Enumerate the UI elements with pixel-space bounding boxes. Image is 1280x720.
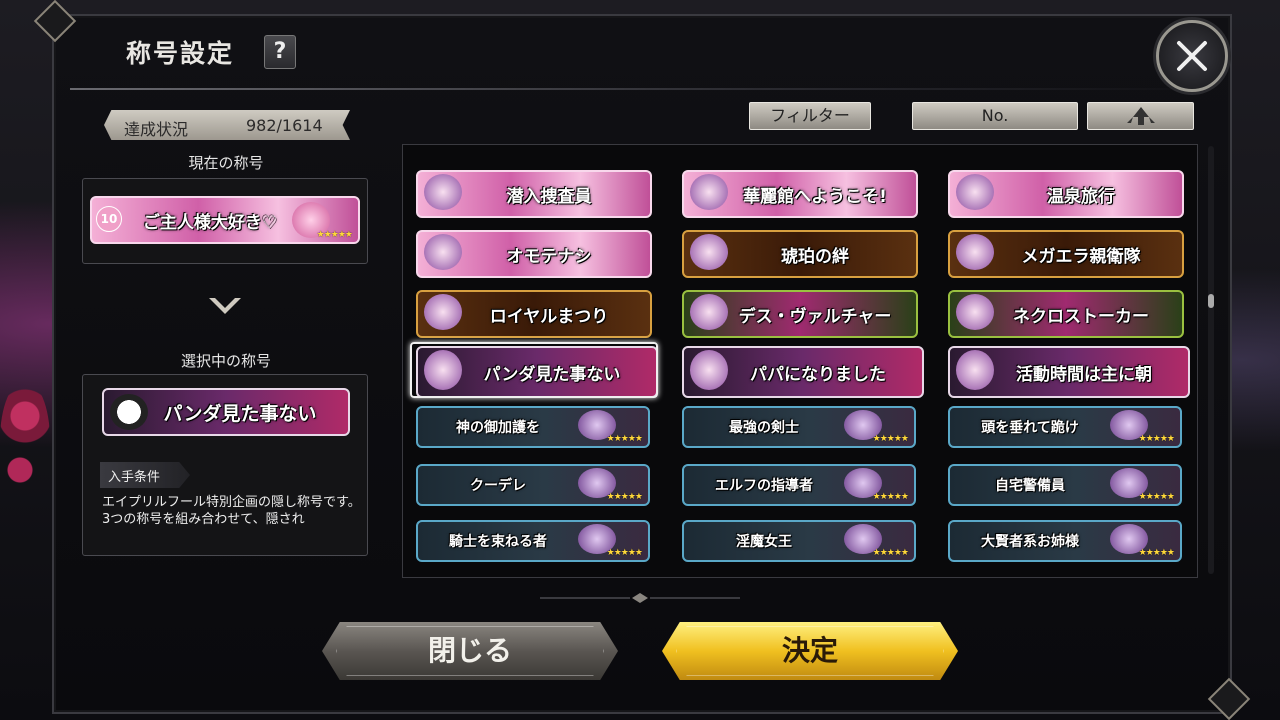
title-text: デス・ヴァルチャー (738, 306, 892, 327)
selected-highlight (410, 342, 658, 398)
title-banner[interactable]: エルフの指導者 ★★★★★ (682, 464, 916, 506)
rarity-stars: ★★★★★ (872, 492, 909, 502)
sort-button[interactable]: No. (912, 102, 1078, 130)
title-divider (70, 88, 1220, 90)
list-scrollbar[interactable] (1208, 146, 1214, 574)
rarity-stars: ★★★★★ (606, 492, 643, 502)
close-button[interactable]: 閉じる (322, 622, 618, 680)
filter-button[interactable]: フィルター (749, 102, 871, 130)
title-banner[interactable]: 騎士を束ねる者 ★★★★★ (416, 520, 650, 562)
title-banner[interactable]: 自宅警備員 ★★★★★ (948, 464, 1182, 506)
achievement-value: 982/1614 (246, 116, 323, 135)
title-banner[interactable]: クーデレ ★★★★★ (416, 464, 650, 506)
selected-title-label: 選択中の称号 (180, 352, 271, 370)
title-text: ネクロストーカー (1013, 306, 1149, 327)
close-icon (1177, 41, 1207, 71)
title-text: メガエラ親衛隊 (1021, 246, 1141, 267)
divider-ornament (540, 588, 740, 603)
title-banner[interactable]: 頭を垂れて跪け ★★★★★ (948, 406, 1182, 448)
scrollbar-thumb[interactable] (1208, 294, 1214, 308)
title-banner[interactable]: 華麗館へようこそ! (682, 170, 918, 218)
rarity-stars: ★★★★★ (872, 548, 909, 558)
background-flower-art (0, 380, 50, 500)
title-text: パパになりました (750, 364, 886, 385)
help-button[interactable]: ? (264, 35, 296, 69)
close-button-label: 閉じる (427, 634, 512, 667)
rarity-stars: ★★★★★ (606, 434, 643, 444)
sort-order-icon (1126, 107, 1155, 125)
sort-order-button[interactable] (1087, 102, 1194, 130)
rarity-stars: ★★★★★ (1138, 492, 1175, 502)
achievement-label: 達成状況 (124, 120, 189, 139)
title-banner[interactable]: メガエラ親衛隊 (948, 230, 1184, 278)
title-text: オモテナシ (506, 246, 592, 267)
condition-label: 入手条件 (108, 470, 161, 485)
title-banner[interactable]: ロイヤルまつり (416, 290, 652, 338)
rarity-stars: ★★★★★ (316, 230, 353, 240)
title-text: 温泉旅行 (1047, 186, 1115, 207)
close-x-button[interactable] (1156, 20, 1228, 92)
title-banner[interactable]: 活動時間は主に朝 (948, 346, 1190, 398)
title-banner[interactable]: 琥珀の絆 (682, 230, 918, 278)
rarity-stars: ★★★★★ (1138, 548, 1175, 558)
title-text: 華麗館へようこそ! (743, 186, 887, 207)
rarity-stars: ★★★★★ (872, 434, 909, 444)
title-banner[interactable]: 大賢者系お姉様 ★★★★★ (948, 520, 1182, 562)
title-banner[interactable]: 淫魔女王 ★★★★★ (682, 520, 916, 562)
title-banner[interactable]: 神の御加護を ★★★★★ (416, 406, 650, 448)
title-text: ロイヤルまつり (489, 306, 609, 327)
title-banner[interactable]: パパになりました (682, 346, 924, 398)
confirm-button[interactable]: 決定 (662, 622, 958, 680)
title-text: 琥珀の絆 (781, 246, 849, 267)
dialog-title: 称号設定 (126, 39, 235, 68)
title-banner[interactable]: デス・ヴァルチャー (682, 290, 918, 338)
confirm-button-label: 決定 (781, 634, 838, 667)
selected-title-text: パンダ見た事ない (163, 402, 317, 425)
title-banner[interactable]: 最強の剣士 ★★★★★ (682, 406, 916, 448)
current-title-label: 現在の称号 (188, 154, 264, 172)
title-banner[interactable]: オモテナシ (416, 230, 652, 278)
title-banner[interactable]: 潜入捜査員 (416, 170, 652, 218)
chevron-down-icon (209, 298, 241, 314)
rarity-stars: ★★★★★ (606, 548, 643, 558)
condition-description: エイプリルフール特別企画の隠し称号です。 3つの称号を組み合わせて、隠され (102, 495, 361, 527)
rarity-stars: ★★★★★ (1138, 434, 1175, 444)
title-text: 活動時間は主に朝 (1016, 364, 1152, 385)
current-title-banner: 10 ご主人様大好き♡ ★★★★★ (90, 196, 360, 244)
title-banner[interactable]: ネクロストーカー (948, 290, 1184, 338)
selected-title-banner: パンダ見た事ない (102, 388, 350, 436)
title-banner[interactable]: 温泉旅行 (948, 170, 1184, 218)
title-text: 潜入捜査員 (506, 186, 592, 207)
